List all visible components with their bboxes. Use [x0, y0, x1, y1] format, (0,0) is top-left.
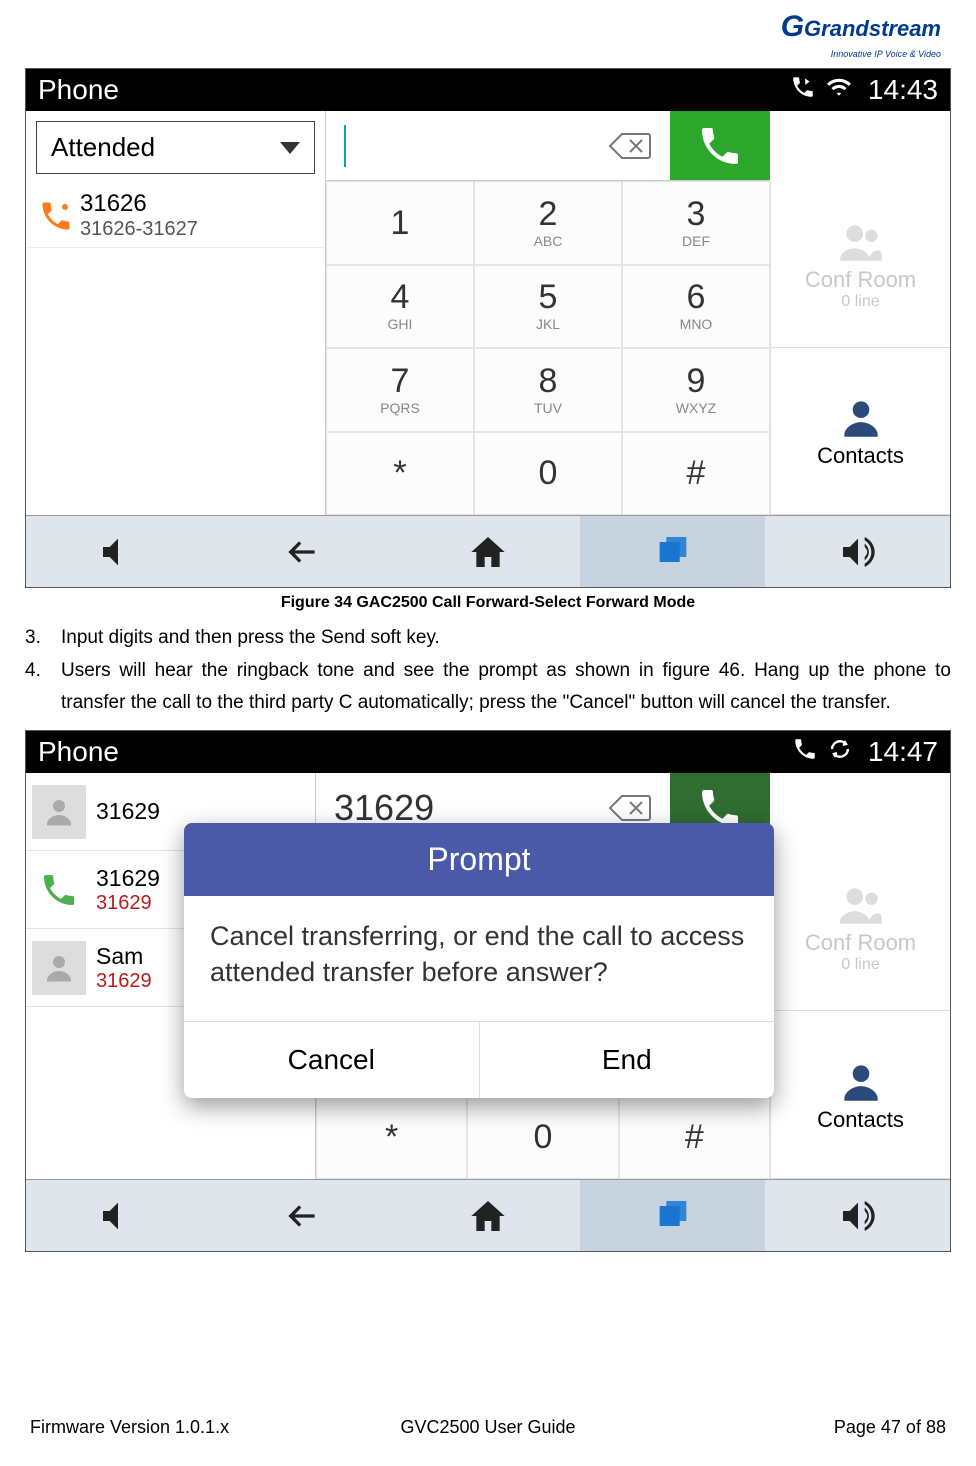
contacts-button[interactable]: Contacts: [770, 348, 950, 515]
dropdown-icon: [280, 142, 300, 154]
figure-1: Phone 14:43 Attended: [25, 68, 951, 588]
volume-up-button[interactable]: [765, 516, 950, 587]
prompt-end-button[interactable]: End: [480, 1022, 775, 1098]
volume-down-button[interactable]: [26, 516, 211, 587]
nav-bar-2: [26, 1179, 950, 1251]
prompt-cancel-button[interactable]: Cancel: [184, 1022, 480, 1098]
step-3-number: 3.: [25, 622, 53, 653]
contacts-label-2: Contacts: [817, 1107, 904, 1133]
figure-caption-1: Figure 34 GAC2500 Call Forward-Select Fo…: [25, 594, 951, 612]
app-title: Phone: [38, 74, 790, 106]
keypad-key-5[interactable]: 5JKL: [474, 265, 622, 349]
logo-text: Grandstream: [804, 16, 941, 41]
step-4-text: Users will hear the ringback tone and se…: [53, 655, 951, 718]
dial-input[interactable]: [326, 111, 590, 180]
keypad-key-0[interactable]: 0: [467, 1095, 618, 1179]
conf-label-2: Conf Room: [805, 930, 916, 956]
keypad-key-1[interactable]: 1: [326, 181, 474, 265]
keypad-key-7[interactable]: 7PQRS: [326, 348, 474, 432]
contacts-button-2[interactable]: Contacts: [770, 1011, 950, 1179]
brand-logo: GGrandstream Innovative IP Voice & Video: [25, 10, 951, 62]
conf-label: Conf Room: [805, 267, 916, 293]
keypad-key-8[interactable]: 8TUV: [474, 348, 622, 432]
recent-call-item[interactable]: 31626 31626-31627: [26, 184, 325, 248]
back-button[interactable]: [211, 1180, 396, 1251]
avatar-icon: [32, 941, 86, 995]
prompt-body: Cancel transferring, or end the call to …: [184, 896, 774, 1021]
status-bar-2: Phone 14:47: [26, 731, 950, 773]
sync-icon: [828, 737, 852, 767]
keypad-key-4[interactable]: 4GHI: [326, 265, 474, 349]
recents-button[interactable]: [580, 1180, 765, 1251]
missed-call-icon: [32, 192, 80, 240]
keypad-key-#[interactable]: #: [622, 432, 770, 516]
recents-button[interactable]: [580, 516, 765, 587]
transfer-icon: [790, 74, 816, 106]
back-button[interactable]: [211, 516, 396, 587]
recent-sub: 31626-31627: [80, 218, 315, 241]
keypad-key-*[interactable]: *: [326, 432, 474, 516]
figure-2: Phone 14:47 316293162931629Sam31629 3162…: [25, 730, 951, 1252]
keypad-key-*[interactable]: *: [316, 1095, 467, 1179]
nav-bar: [26, 515, 950, 587]
footer-title: GVC2500 User Guide: [335, 1417, 640, 1438]
prompt-dialog: Prompt Cancel transferring, or end the c…: [184, 823, 774, 1098]
keypad-key-9[interactable]: 9WXYZ: [622, 348, 770, 432]
call-button[interactable]: [670, 111, 770, 180]
transfer-mode-select[interactable]: Attended: [36, 121, 315, 174]
home-button[interactable]: [396, 1180, 581, 1251]
conf-sub: 0 line: [841, 293, 879, 311]
recent-number: 31626: [80, 190, 315, 218]
conf-room-button[interactable]: Conf Room 0 line: [770, 181, 950, 348]
wifi-icon: [826, 74, 852, 106]
step-4-number: 4.: [25, 655, 53, 718]
clock-time-2: 14:47: [868, 736, 938, 768]
clock-time: 14:43: [868, 74, 938, 106]
step-3-text: Input digits and then press the Send sof…: [53, 622, 951, 653]
text-cursor: [344, 125, 346, 167]
conf-sub-2: 0 line: [841, 956, 879, 974]
status-bar: Phone 14:43: [26, 69, 950, 111]
outgoing-call-icon: [32, 863, 86, 917]
prompt-title: Prompt: [184, 823, 774, 896]
volume-up-button[interactable]: [765, 1180, 950, 1251]
logo-tagline: Innovative IP Voice & Video: [831, 49, 941, 59]
conf-room-button-2[interactable]: Conf Room 0 line: [770, 843, 950, 1011]
keypad-key-#[interactable]: #: [619, 1095, 770, 1179]
keypad-key-3[interactable]: 3DEF: [622, 181, 770, 265]
transfer-icon: [792, 736, 818, 768]
home-button[interactable]: [396, 516, 581, 587]
keypad-key-2[interactable]: 2ABC: [474, 181, 622, 265]
contacts-label: Contacts: [817, 443, 904, 469]
backspace-button[interactable]: [590, 111, 670, 180]
page-footer: Firmware Version 1.0.1.x GVC2500 User Gu…: [0, 1417, 976, 1438]
mode-label: Attended: [51, 132, 155, 163]
keypad-key-6[interactable]: 6MNO: [622, 265, 770, 349]
avatar-icon: [32, 785, 86, 839]
footer-firmware: Firmware Version 1.0.1.x: [30, 1417, 335, 1438]
keypad-key-0[interactable]: 0: [474, 432, 622, 516]
app-title-2: Phone: [38, 736, 792, 768]
volume-down-button[interactable]: [26, 1180, 211, 1251]
footer-page: Page 47 of 88: [641, 1417, 946, 1438]
